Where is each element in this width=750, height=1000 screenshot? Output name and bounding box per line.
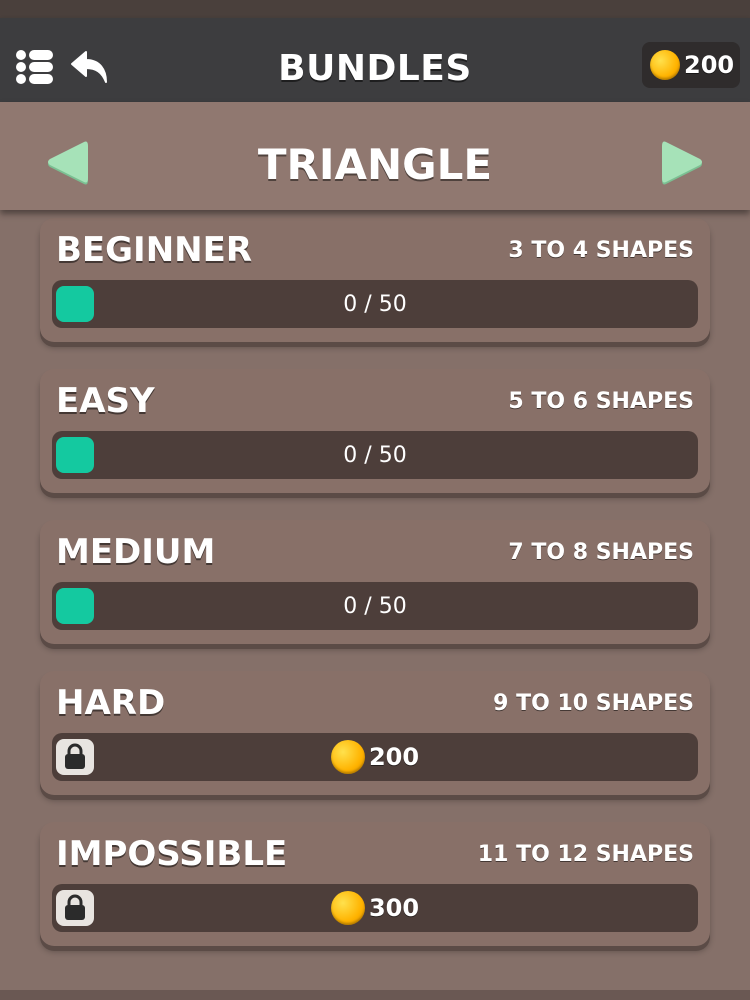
- price-value: 200: [368, 743, 420, 771]
- bundle-name: MEDIUM: [56, 532, 216, 572]
- category-title: TRIANGLE: [257, 140, 493, 189]
- bundle-shapes: 11 TO 12 SHAPES: [477, 842, 694, 867]
- bundle-card-easy[interactable]: EASY 5 TO 6 SHAPES 0 / 50: [40, 369, 710, 493]
- menu-list-icon[interactable]: [14, 46, 56, 88]
- bundle-name: BEGINNER: [56, 230, 253, 270]
- coin-icon: [330, 891, 365, 925]
- bundle-name: HARD: [56, 683, 166, 723]
- bundle-name: EASY: [56, 381, 155, 421]
- bottom-strip: [0, 990, 750, 1000]
- progress-bar: 0 / 50: [52, 280, 698, 328]
- bundle-card-beginner[interactable]: BEGINNER 3 TO 4 SHAPES 0 / 50: [40, 218, 710, 342]
- bundle-shapes: 3 TO 4 SHAPES: [508, 238, 694, 263]
- back-arrow-icon[interactable]: [68, 46, 112, 90]
- coin-icon: [330, 740, 365, 774]
- bundle-card-hard[interactable]: HARD 9 TO 10 SHAPES 200: [40, 671, 710, 795]
- progress-text: 0 / 50: [343, 291, 407, 317]
- coin-balance-value: 200: [684, 51, 735, 79]
- unlock-price: 200: [52, 733, 698, 781]
- header-bar: BUNDLES 200: [0, 18, 750, 102]
- coin-icon: [650, 50, 680, 80]
- top-strip: [0, 0, 750, 18]
- category-selector: TRIANGLE: [0, 102, 750, 210]
- price-value: 300: [368, 894, 420, 922]
- triangle-left-icon[interactable]: [44, 136, 90, 192]
- bundle-list: BEGINNER 3 TO 4 SHAPES 0 / 50 EASY 5 TO …: [0, 210, 750, 990]
- bundle-card-medium[interactable]: MEDIUM 7 TO 8 SHAPES 0 / 50: [40, 520, 710, 644]
- page-title: BUNDLES: [278, 48, 472, 89]
- bundle-shapes: 9 TO 10 SHAPES: [493, 691, 694, 716]
- bundle-shapes: 5 TO 6 SHAPES: [508, 389, 694, 414]
- triangle-right-icon[interactable]: [660, 136, 706, 192]
- coin-balance: 200: [642, 42, 740, 88]
- progress-text: 0 / 50: [343, 442, 407, 468]
- unlock-bar[interactable]: 200: [52, 733, 698, 781]
- bundle-shapes: 7 TO 8 SHAPES: [508, 540, 694, 565]
- progress-bar: 0 / 50: [52, 431, 698, 479]
- progress-text: 0 / 50: [343, 593, 407, 619]
- bundle-name: IMPOSSIBLE: [56, 834, 288, 874]
- bundle-card-impossible[interactable]: IMPOSSIBLE 11 TO 12 SHAPES 300: [40, 822, 710, 946]
- unlock-bar[interactable]: 300: [52, 884, 698, 932]
- unlock-price: 300: [52, 884, 698, 932]
- progress-bar: 0 / 50: [52, 582, 698, 630]
